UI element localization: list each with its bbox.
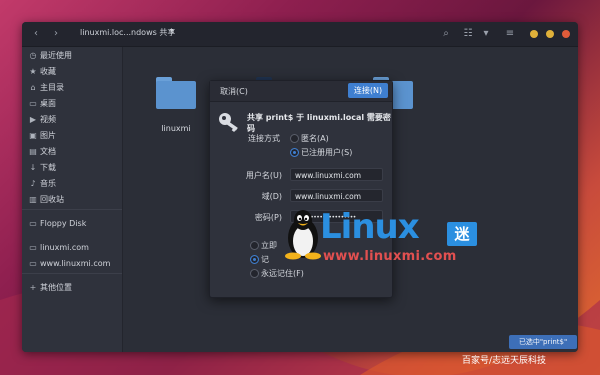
tux-logo: [285, 210, 321, 260]
view-toggle-button[interactable]: ☷: [460, 26, 476, 42]
sidebar-item[interactable]: ▥ 回收站: [28, 193, 120, 207]
connect-button[interactable]: 连接(N): [348, 83, 388, 98]
remember-session-label: 记: [261, 255, 269, 264]
folder-linuxmi[interactable]: [156, 77, 196, 109]
sidebar-item[interactable]: ▭ Floppy Disk: [28, 217, 120, 231]
menu-button[interactable]: ≡: [502, 26, 518, 42]
music-icon: ♪: [30, 179, 36, 188]
sidebar-item[interactable]: ◷ 最近使用: [28, 49, 120, 63]
selection-status: 已选中"print$": [509, 335, 577, 349]
document-icon: ▤: [29, 147, 37, 156]
dialog-message: 共享 print$ 于 linuxmi.local 需要密码: [247, 113, 391, 133]
search-button[interactable]: ⌕: [438, 26, 454, 42]
back-button[interactable]: ‹: [28, 26, 44, 42]
domain-label: 域(D): [261, 192, 282, 201]
network-folder-icon: ▭: [29, 259, 37, 268]
sidebar-item[interactable]: + 其他位置: [28, 281, 120, 295]
sidebar-item[interactable]: ▤ 文档: [28, 145, 120, 159]
forget-now-radio[interactable]: [250, 241, 259, 250]
sidebar-item-label: 收藏: [40, 67, 56, 76]
sidebar-item[interactable]: ▶ 视频: [28, 113, 120, 127]
watermark-url: www.linuxmi.com: [323, 249, 457, 264]
network-folder-icon: ▭: [29, 243, 37, 252]
sidebar-item[interactable]: ▣ 图片: [28, 129, 120, 143]
key-icon: [219, 113, 238, 132]
sidebar-item-label: 最近使用: [40, 51, 72, 60]
folder-icon: ▭: [29, 99, 37, 108]
sidebar-item[interactable]: ▭ linuxmi.com: [28, 241, 120, 255]
password-label: 密码(P): [254, 213, 282, 222]
sidebar-item[interactable]: ♪ 音乐: [28, 177, 120, 191]
folder-body: [156, 81, 196, 109]
view-options-button[interactable]: ▾: [478, 26, 494, 42]
sidebar-item[interactable]: ▭ www.linuxmi.com: [28, 257, 120, 271]
location-path[interactable]: linuxmi.loc...ndows 共享: [80, 27, 175, 38]
username-label: 用户名(U): [245, 171, 282, 180]
folder-label: linuxmi: [161, 124, 191, 133]
video-icon: ▶: [29, 115, 37, 124]
clock-icon: ◷: [29, 51, 37, 60]
sidebar-item-label: Floppy Disk: [40, 219, 87, 228]
close-button[interactable]: [562, 30, 570, 38]
sidebar: ◷ 最近使用 ★ 收藏 ⌂ 主目录 ▭ 桌面 ▶ 视频 ▣ 图片 ▤ 文档 ↓ 下载 ♪ 音乐 ▥ 回收站 ▭ Flopp…: [22, 47, 123, 352]
watermark-linux: Linux: [320, 207, 420, 247]
sidebar-item[interactable]: ★ 收藏: [28, 65, 120, 79]
sidebar-item-label: 视频: [40, 115, 56, 124]
dialog-header: 取消(C) 连接(N): [210, 81, 392, 102]
registered-user-radio[interactable]: [290, 148, 299, 157]
image-icon: ▣: [29, 131, 37, 140]
sidebar-item-label: 其他位置: [40, 283, 72, 292]
source-caption: 百家号/志远天辰科技: [462, 356, 547, 366]
anonymous-radio[interactable]: [290, 134, 299, 143]
sidebar-divider: [22, 273, 122, 274]
sidebar-item-label: linuxmi.com: [40, 243, 89, 252]
sidebar-item-label: 下载: [40, 163, 56, 172]
download-icon: ↓: [29, 163, 37, 172]
chevron-down-icon: ▾: [483, 28, 489, 39]
sidebar-item-label: 音乐: [40, 179, 56, 188]
minimize-button[interactable]: [530, 30, 538, 38]
star-icon: ★: [29, 67, 37, 76]
remember-forever-label: 永远记住(F): [261, 269, 304, 278]
connect-as-label: 连接方式: [248, 134, 280, 143]
sidebar-item[interactable]: ⌂ 主目录: [28, 81, 120, 95]
sidebar-divider: [22, 209, 122, 210]
sidebar-item-label: 图片: [40, 131, 56, 140]
list-view-icon: ☷: [463, 28, 473, 39]
trash-icon: ▥: [29, 195, 37, 204]
sidebar-item-label: 文档: [40, 147, 56, 156]
anonymous-label: 匿名(A): [301, 134, 329, 143]
sidebar-item-label: 回收站: [40, 195, 64, 204]
watermark-mi-badge: 迷: [447, 222, 477, 246]
forget-now-label: 立即: [261, 241, 277, 250]
cancel-button[interactable]: 取消(C): [220, 86, 248, 97]
forward-button[interactable]: ›: [48, 26, 64, 42]
chevron-right-icon: ›: [54, 28, 58, 39]
sidebar-item[interactable]: ↓ 下载: [28, 161, 120, 175]
remember-forever-radio[interactable]: [250, 269, 259, 278]
floppy-icon: ▭: [29, 219, 37, 228]
sidebar-item-label: 桌面: [40, 99, 56, 108]
hamburger-icon: ≡: [505, 28, 515, 39]
registered-user-label: 已注册用户(S): [301, 148, 353, 157]
chevron-left-icon: ‹: [34, 28, 38, 39]
sidebar-item[interactable]: ▭ 桌面: [28, 97, 120, 111]
sidebar-item-label: www.linuxmi.com: [40, 259, 111, 268]
sidebar-item-label: 主目录: [40, 83, 64, 92]
header-bar: ‹ › linuxmi.loc...ndows 共享 ▾ ⌕ ☷ ▾ ≡: [22, 22, 578, 47]
plus-icon: +: [29, 283, 37, 292]
domain-field[interactable]: www.linuxmi.com: [290, 189, 383, 202]
search-icon: ⌕: [443, 28, 449, 39]
home-icon: ⌂: [30, 83, 36, 92]
remember-session-radio[interactable]: [250, 255, 259, 264]
maximize-button[interactable]: [546, 30, 554, 38]
password-dialog: 取消(C) 连接(N) 共享 print$ 于 linuxmi.local 需要…: [209, 80, 393, 298]
username-field[interactable]: www.linuxmi.com: [290, 168, 383, 181]
path-dropdown-icon[interactable]: ▾: [170, 27, 174, 35]
